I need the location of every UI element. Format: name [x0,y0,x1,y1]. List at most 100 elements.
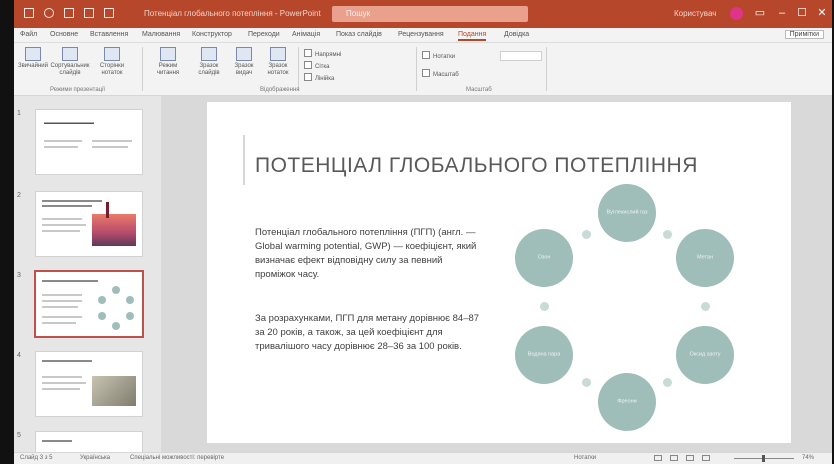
cycle-node[interactable]: Озон [515,229,573,287]
ribbon-separator [416,47,417,91]
close-icon[interactable]: ✕ [814,6,830,20]
notes-master-icon [270,47,286,61]
slide-title[interactable]: ПОТЕНЦІАЛ ГЛОБАЛЬНОГО ПОТЕПЛІННЯ [255,154,698,178]
slide-master-button[interactable]: Зразок слайдів [192,47,226,77]
cycle-node[interactable]: Водяна пара [515,326,573,384]
cycle-arrow [540,302,549,311]
slide-sorter-icon[interactable] [670,455,678,461]
tab-home[interactable]: Основне [50,31,78,38]
thumbnail-image [92,214,136,246]
cycle-node[interactable]: Вуглекислий газ [598,184,656,242]
slide-counter: Слайд 3 з 5 [20,455,53,461]
reading-view-button[interactable]: Режим читання [148,47,188,77]
zoom-slider-handle[interactable] [762,455,765,462]
group-label-presentation-views: Режими презентації [50,87,106,93]
notes-page-button[interactable]: Сторінки нотаток [92,47,132,77]
tab-file[interactable]: Файл [20,31,37,38]
comments-button[interactable]: Примітки [784,30,824,39]
slide-thumbnail[interactable]: ▬▬▬▬▬▬▬▬▬▬ [36,110,142,174]
current-slide[interactable]: ПОТЕНЦІАЛ ГЛОБАЛЬНОГО ПОТЕПЛІННЯ Потенці… [207,102,791,443]
user-name[interactable]: Користувач [674,9,716,18]
handout-master-button[interactable]: Зразок видач [228,47,260,77]
slide-number: 3 [17,272,21,279]
slide-editor: ПОТЕНЦІАЛ ГЛОБАЛЬНОГО ПОТЕПЛІННЯ Потенці… [161,96,832,452]
slide-sorter-button[interactable]: Сортувальник слайдів [50,47,90,77]
slide-thumbnail[interactable] [36,432,142,452]
slide-paragraph-2[interactable]: За розрахунками, ПГП для метану дорівнює… [255,312,480,354]
normal-view-icon [25,47,41,61]
slide-thumbnails-pane: 1 ▬▬▬▬▬▬▬▬▬▬ 2 3 4 5 [14,96,150,452]
ribbon-separator [546,47,547,91]
tab-draw[interactable]: Малювання [142,31,180,38]
accessibility-status[interactable]: Спеціальні можливості: перевірте [130,455,224,461]
group-label-show: Відображення [260,87,300,93]
cycle-node[interactable]: Оксид азоту [676,326,734,384]
undo-icon[interactable] [64,8,74,18]
slideshow-icon[interactable] [702,455,710,461]
cycle-arrow [582,378,591,387]
slide-number: 1 [17,110,21,117]
avatar[interactable] [730,7,743,20]
tab-insert[interactable]: Вставлення [90,31,128,38]
status-bar: Слайд 3 з 5 Українська Спеціальні можлив… [14,452,832,464]
notes-toggle[interactable]: Нотатки [574,455,596,461]
zoom-field[interactable] [500,51,542,61]
window-title: Потенціал глобального потепління - Power… [144,9,321,18]
slide-sorter-icon [62,47,78,61]
search-box[interactable]: Пошук [332,6,528,22]
reading-view-icon [160,47,176,61]
slide-master-icon [201,47,217,61]
minimize-icon[interactable]: – [774,6,790,20]
zoom-level[interactable]: 74% [802,455,814,461]
normal-view-icon[interactable] [654,455,662,461]
normal-view-button[interactable]: Звичайний [18,47,48,70]
slide-thumbnail[interactable] [36,192,142,256]
tab-help[interactable]: Довідка [504,31,529,38]
slide-number: 4 [17,352,21,359]
title-bar: Потенціал глобального потепління - Power… [14,0,832,28]
slide-number: 2 [17,192,21,199]
slide-thumbnail[interactable] [36,352,142,416]
slide-number: 5 [17,432,21,439]
maximize-icon[interactable]: ☐ [794,6,810,20]
tab-transitions[interactable]: Переходи [248,31,280,38]
ribbon-tabs: Файл Основне Вставлення Малювання Констр… [14,28,832,43]
thumbnail-title: ▬▬▬▬▬▬▬▬▬▬ [44,120,94,126]
gridlines-checkbox[interactable]: Сітка [304,61,330,70]
ribbon-separator [298,47,299,91]
guides-checkbox[interactable]: Напрямні [304,49,341,58]
thumbnail-image [92,376,136,406]
cycle-node[interactable]: Фреони [598,373,656,431]
redo-icon[interactable] [84,8,94,18]
ribbon: Звичайний Сортувальник слайдів Сторінки … [14,43,832,96]
tab-slideshow[interactable]: Показ слайдів [336,31,382,38]
group-label-zoom: Масштаб [466,87,492,93]
cycle-node[interactable]: Метан [676,229,734,287]
notes-page-icon [104,47,120,61]
ribbon-options-icon[interactable]: ▭ [752,6,768,20]
autosave-icon[interactable] [24,8,34,18]
handout-master-icon [236,47,252,61]
powerpoint-window: Потенціал глобального потепління - Power… [14,0,832,464]
slide-thumbnail-selected[interactable] [36,272,142,336]
tab-review[interactable]: Рецензування [398,31,444,38]
title-accent-line [243,135,245,185]
language-indicator[interactable]: Українська [80,455,110,461]
notes-master-button[interactable]: Зразок нотаток [262,47,294,77]
tab-animations[interactable]: Анімація [292,31,320,38]
tab-design[interactable]: Конструктор [192,31,232,38]
tab-view[interactable]: Подання [458,31,487,41]
cycle-arrow [663,230,672,239]
cycle-arrow [701,302,710,311]
cycle-arrow [663,378,672,387]
cycle-arrow [582,230,591,239]
save-icon[interactable] [44,8,54,18]
slide-paragraph-1[interactable]: Потенціал глобального потепління (ПГП) (… [255,226,480,282]
reading-view-icon[interactable] [686,455,694,461]
notes-checkbox[interactable]: Нотатки [422,51,455,60]
ribbon-separator [142,47,143,91]
zoom-checkbox[interactable]: Масштаб [422,69,459,78]
search-placeholder: Пошук [346,9,371,18]
ruler-checkbox[interactable]: Лінійка [304,73,334,82]
slideshow-icon[interactable] [104,8,114,18]
